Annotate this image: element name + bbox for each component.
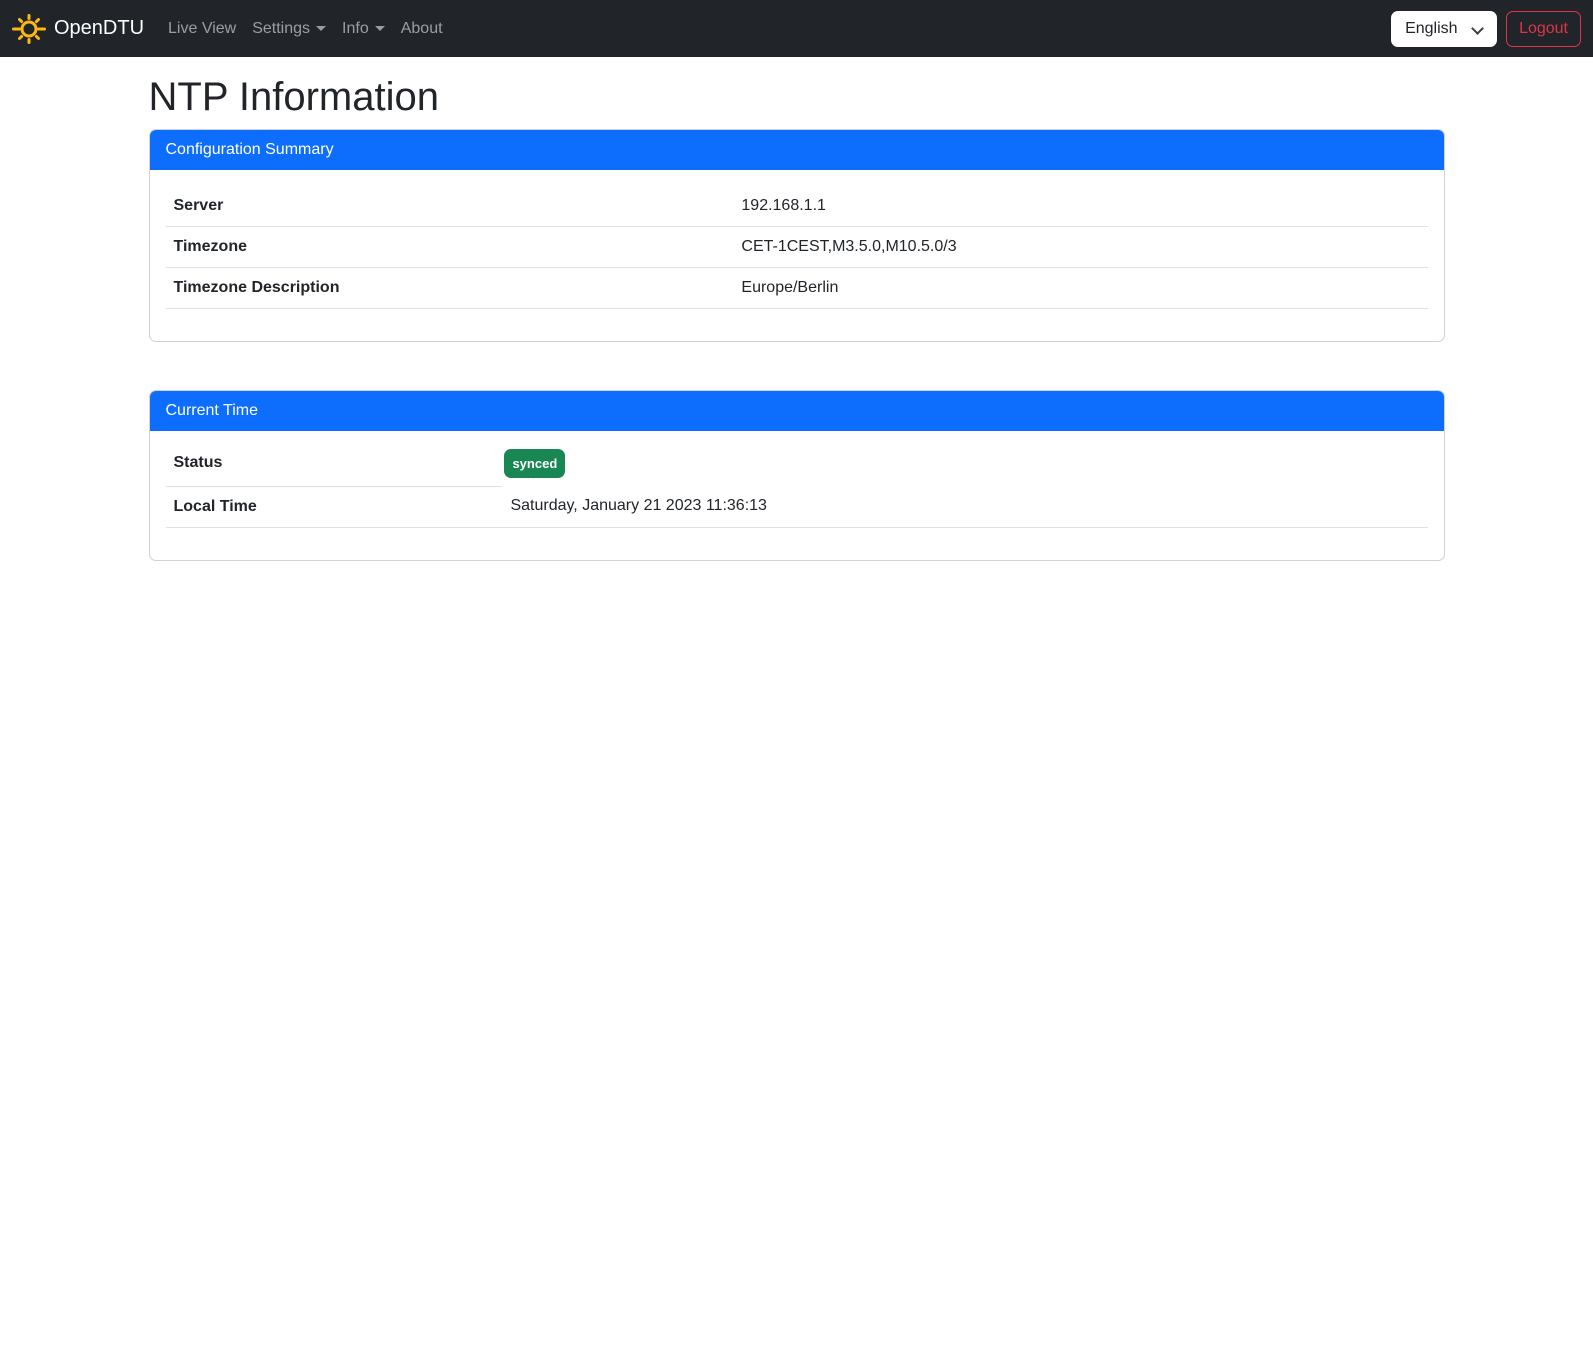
brand-link[interactable]: OpenDTU <box>12 12 144 46</box>
nav-links: Live View Settings Info About <box>160 12 451 46</box>
configuration-summary-card-header: Configuration Summary <box>150 130 1444 170</box>
row-value: Saturday, January 21 2023 11:36:13 <box>502 486 1427 527</box>
table-row-local-time: Local Time Saturday, January 21 2023 11:… <box>166 486 1428 527</box>
nav-item-about[interactable]: About <box>393 12 451 46</box>
table-row-server: Server 192.168.1.1 <box>166 186 1428 227</box>
dropdown-caret-icon <box>316 26 326 31</box>
nav-item-settings[interactable]: Settings <box>244 12 334 46</box>
nav-item-live-view[interactable]: Live View <box>160 12 244 46</box>
current-time-card-body: Status synced Local Time Saturday, Janua… <box>150 431 1444 560</box>
row-label: Timezone Description <box>166 268 734 309</box>
sun-icon <box>12 12 46 46</box>
row-value: 192.168.1.1 <box>733 186 1427 227</box>
navbar-right-controls: English Logout <box>1391 11 1581 47</box>
table-row-status: Status synced <box>166 441 1428 486</box>
row-value: Europe/Berlin <box>733 268 1427 309</box>
configuration-summary-table: Server 192.168.1.1 Timezone CET-1CEST,M3… <box>166 186 1428 309</box>
main-content: NTP Information Configuration Summary Se… <box>137 73 1457 561</box>
table-row-timezone: Timezone CET-1CEST,M3.5.0,M10.5.0/3 <box>166 227 1428 268</box>
brand-label: OpenDTU <box>54 17 144 40</box>
row-label: Status <box>166 441 503 486</box>
table-row-timezone-description: Timezone Description Europe/Berlin <box>166 268 1428 309</box>
row-label: Server <box>166 186 734 227</box>
current-time-card-header: Current Time <box>150 391 1444 431</box>
logout-button[interactable]: Logout <box>1506 11 1581 47</box>
configuration-summary-card-body: Server 192.168.1.1 Timezone CET-1CEST,M3… <box>150 170 1444 341</box>
nav-item-info-label: Info <box>342 20 369 37</box>
row-value: synced <box>502 441 1427 486</box>
page-title: NTP Information <box>149 73 1445 121</box>
navbar: OpenDTU Live View Settings Info About En… <box>0 0 1593 57</box>
dropdown-caret-icon <box>375 26 385 31</box>
nav-item-settings-label: Settings <box>252 20 310 37</box>
configuration-summary-card: Configuration Summary Server 192.168.1.1… <box>149 129 1445 342</box>
row-label: Local Time <box>166 486 503 527</box>
row-label: Timezone <box>166 227 734 268</box>
current-time-table: Status synced Local Time Saturday, Janua… <box>166 441 1428 528</box>
row-value: CET-1CEST,M3.5.0,M10.5.0/3 <box>733 227 1427 268</box>
language-select[interactable]: English <box>1391 11 1497 47</box>
current-time-card: Current Time Status synced Local Time Sa… <box>149 390 1445 561</box>
language-select-wrapper: English <box>1391 11 1497 47</box>
status-badge: synced <box>504 449 565 478</box>
nav-item-info[interactable]: Info <box>334 12 393 46</box>
